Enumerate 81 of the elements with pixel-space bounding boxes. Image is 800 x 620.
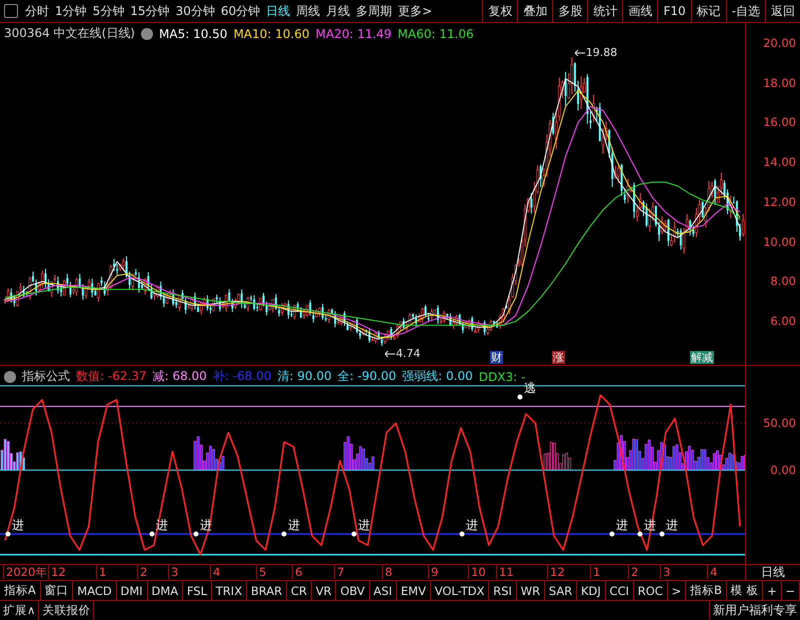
panel-toggle-icon[interactable] <box>4 4 18 18</box>
high-price-label: 19.88 <box>586 46 618 60</box>
price-tick: 20.00 <box>763 36 796 50</box>
time-label: 10 <box>468 565 486 579</box>
promo-link[interactable]: 新用户福利专享 <box>709 601 800 620</box>
price-tick: 14.00 <box>763 155 796 170</box>
time-label: 12 <box>48 565 66 579</box>
moving-average-value: MA10: 10.60 <box>233 26 310 40</box>
signal-dot <box>460 531 464 536</box>
signal-label: 进 <box>616 518 628 532</box>
indicator-value: DDX3: - <box>478 370 526 384</box>
chevron-icon[interactable] <box>4 370 16 382</box>
signal-label: 进 <box>666 518 678 532</box>
low-price-label: 4.74 <box>396 346 420 360</box>
time-label: 2 <box>628 565 638 579</box>
indicator-value: 强弱线: 0.00 <box>402 368 473 385</box>
time-label: 5 <box>256 565 266 579</box>
moving-average-value: MA20: 11.49 <box>316 26 392 40</box>
event-tag[interactable]: 财 <box>490 351 503 364</box>
signal-dot <box>6 531 10 536</box>
indicator-tick: 0.00 <box>770 463 796 478</box>
period-tab[interactable]: 更多> <box>395 0 436 22</box>
price-tick: 8.00 <box>770 274 796 288</box>
indicator-value: 数值: -62.37 <box>76 368 147 385</box>
arrow-icon <box>574 50 585 56</box>
indicator-value: 减: 68.00 <box>152 368 207 385</box>
signal-dot <box>660 531 664 536</box>
period-tab[interactable]: 月线 <box>323 0 354 22</box>
event-tag[interactable]: 解减 <box>690 351 714 364</box>
indicator-value: 清: 90.00 <box>277 368 332 385</box>
signal-dot <box>610 531 614 536</box>
period-tab[interactable]: 周线 <box>293 0 324 22</box>
signal-label: 进 <box>466 518 478 532</box>
time-label: 3 <box>660 565 670 579</box>
time-label: 2020年 <box>3 565 48 579</box>
period-tab[interactable]: 5分钟 <box>90 0 128 22</box>
signal-dot <box>352 531 356 536</box>
price-tick: 16.00 <box>763 115 796 130</box>
time-label: 12 <box>547 565 565 579</box>
price-tick: 12.00 <box>763 194 796 209</box>
price-tick: 18.00 <box>763 76 796 90</box>
event-tag[interactable]: 涨 <box>552 351 565 364</box>
period-tab[interactable]: 60分钟 <box>218 0 264 22</box>
signal-dot <box>282 531 286 536</box>
period-tab[interactable]: 日线 <box>263 0 294 22</box>
signal-dot <box>194 531 198 536</box>
time-label: 8 <box>382 565 392 579</box>
time-label: 6 <box>292 565 302 579</box>
signal-label: 进 <box>358 518 370 532</box>
stock-title: 300364 中文在线(日线) <box>4 25 135 42</box>
indicator-value: 全: -90.00 <box>338 368 396 385</box>
time-label: 2 <box>137 565 148 579</box>
price-tick: 6.00 <box>770 314 796 328</box>
time-label: 9 <box>428 565 438 579</box>
signal-dot <box>150 531 154 536</box>
period-tab[interactable]: 15分钟 <box>127 0 173 22</box>
chevron-icon[interactable] <box>141 28 153 40</box>
time-label: 1 <box>96 565 106 579</box>
signal-dot <box>518 394 522 400</box>
footer-button[interactable]: 扩展∧ <box>0 601 40 620</box>
time-label: 3 <box>168 565 178 579</box>
signal-dot <box>638 531 642 536</box>
indicator-value: 补: -68.00 <box>212 368 272 385</box>
time-label: 11 <box>496 565 514 579</box>
period-tab[interactable]: 1分钟 <box>52 0 90 22</box>
signal-label: 进 <box>12 518 24 532</box>
signal-label: 进 <box>288 518 300 532</box>
moving-average-value: MA5: 10.50 <box>159 26 228 40</box>
period-tab[interactable]: 多周期 <box>353 0 396 22</box>
period-label: 日线 <box>760 565 786 580</box>
indicator-tick: 50.00 <box>763 416 796 430</box>
indicator-title: 指标公式 <box>22 368 70 385</box>
period-tab[interactable]: 分时 <box>22 0 52 22</box>
time-label: 4 <box>707 565 718 579</box>
price-tick: 10.00 <box>763 234 796 249</box>
time-label: 1 <box>590 565 600 579</box>
time-label: 4 <box>210 565 220 579</box>
moving-average-value: MA60: 11.06 <box>398 26 474 40</box>
arrow-icon <box>384 350 395 357</box>
time-label: 7 <box>334 565 344 579</box>
period-tab[interactable]: 30分钟 <box>172 0 218 22</box>
